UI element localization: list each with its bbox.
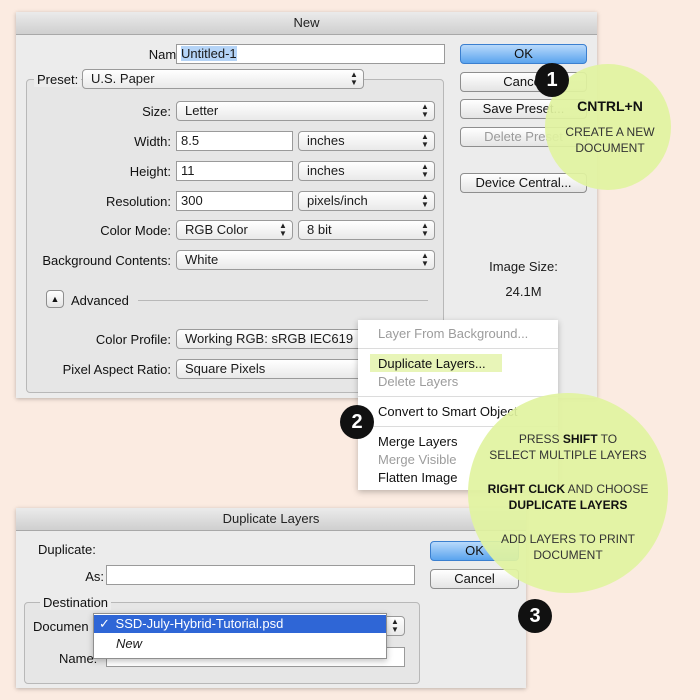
step1-line2: DOCUMENT: [575, 141, 645, 155]
resolution-unit-select[interactable]: pixels/inch ▲ ▼: [298, 191, 435, 211]
name-input[interactable]: Untitled-1: [176, 44, 445, 64]
step3-line3: RIGHT CLICK AND CHOOSE: [470, 481, 666, 497]
bit-depth-select[interactable]: 8 bit ▲ ▼: [298, 220, 435, 240]
dropdown-option-selected[interactable]: ✓ SSD-July-Hybrid-Tutorial.psd: [94, 615, 386, 633]
color-profile-value: Working RGB: sRGB IEC619: [185, 331, 354, 346]
menu-item-delete-layers[interactable]: Delete Layers: [378, 374, 458, 389]
advanced-divider: [138, 300, 428, 301]
cancel-button[interactable]: Cancel: [430, 569, 519, 589]
step3-bold-text: SHIFT: [562, 432, 598, 446]
size-value: Letter: [185, 103, 219, 118]
step3-text: TO: [597, 432, 618, 446]
size-label: Size:: [142, 104, 171, 119]
checkmark-icon: ✓: [99, 616, 110, 631]
dropdown-option-label: New: [116, 636, 143, 651]
advanced-label: Advanced: [71, 293, 129, 308]
duplicate-layers-dialog: Duplicate Layers Duplicate: As: OK Cance…: [16, 508, 526, 688]
resolution-input[interactable]: 300: [176, 191, 293, 211]
height-label: Height:: [129, 164, 171, 179]
dropdown-option-label: SSD-July-Hybrid-Tutorial.psd: [115, 616, 284, 631]
updown-arrow-icon: ▲ ▼: [421, 221, 429, 238]
menu-separator: [358, 348, 558, 349]
image-size-label: Image Size:: [489, 259, 558, 274]
updown-arrow-icon: ▲ ▼: [279, 221, 287, 238]
step1-number-badge: 1: [535, 63, 569, 97]
step3-bold-text: RIGHT CLICK: [487, 482, 565, 496]
size-select[interactable]: Letter ▲ ▼: [176, 101, 435, 121]
dropdown-option-new[interactable]: New: [116, 635, 142, 653]
as-label: As:: [85, 569, 104, 584]
menu-item-convert-smart-object[interactable]: Convert to Smart Object: [378, 404, 517, 419]
step3-line1: PRESS SHIFT TO: [470, 431, 666, 447]
as-input[interactable]: [106, 565, 415, 585]
step3-text: PRESS: [518, 432, 563, 446]
height-unit-select[interactable]: inches ▲ ▼: [298, 161, 435, 181]
step3-line6: DOCUMENT: [533, 548, 603, 562]
step1-heading: CNTRL+N: [577, 98, 643, 114]
width-label: Width:: [134, 134, 171, 149]
updown-arrow-icon: ▲ ▼: [421, 162, 429, 179]
width-input[interactable]: 8.5: [176, 131, 293, 151]
menu-item-merge-visible[interactable]: Merge Visible: [378, 452, 457, 467]
dialog-title: Duplicate Layers: [16, 508, 526, 531]
menu-item-duplicate-layers[interactable]: Duplicate Layers...: [378, 356, 486, 371]
document-label: Documen: [33, 619, 89, 634]
updown-arrow-icon: ▲ ▼: [421, 132, 429, 149]
height-unit-value: inches: [307, 163, 345, 178]
color-profile-label: Color Profile:: [95, 332, 171, 347]
menu-item-layer-from-background[interactable]: Layer From Background...: [378, 326, 528, 341]
bit-depth-value: 8 bit: [307, 222, 332, 237]
triangle-up-icon: ▲: [50, 294, 60, 304]
menu-item-flatten-image[interactable]: Flatten Image: [378, 470, 458, 485]
height-input[interactable]: 11: [176, 161, 293, 181]
updown-arrow-icon: ▲ ▼: [421, 102, 429, 119]
dialog-title: New: [16, 12, 597, 35]
step3-line4: DUPLICATE LAYERS: [470, 497, 666, 513]
step3-bold-text: DUPLICATE LAYERS: [508, 498, 628, 512]
menu-separator: [358, 396, 558, 397]
pixel-aspect-label: Pixel Aspect Ratio:: [62, 362, 171, 377]
step3-line2: SELECT MULTIPLE LAYERS: [489, 448, 647, 462]
width-unit-value: inches: [307, 133, 345, 148]
step3-text: AND CHOOSE: [564, 482, 649, 496]
step1-line1: CREATE A NEW: [565, 125, 655, 139]
background-label: Background Contents:: [42, 253, 171, 268]
preset-label: Preset:: [34, 72, 82, 87]
background-select[interactable]: White ▲ ▼: [176, 250, 435, 270]
advanced-toggle-button[interactable]: ▲: [46, 290, 64, 308]
destination-label: Destination: [40, 595, 112, 610]
pixel-aspect-value: Square Pixels: [185, 361, 266, 376]
updown-arrow-icon: ▲ ▼: [391, 617, 399, 634]
name-label: Name:: [59, 651, 98, 666]
ok-button[interactable]: OK: [460, 44, 587, 64]
background-value: White: [185, 252, 219, 267]
preset-value: U.S. Paper: [91, 71, 155, 86]
preset-select[interactable]: U.S. Paper ▲ ▼: [82, 69, 364, 89]
duplicate-label: Duplicate:: [38, 542, 96, 557]
step3-line5: ADD LAYERS TO PRINT: [500, 532, 636, 546]
document-dropdown-menu: ✓ SSD-July-Hybrid-Tutorial.psd New: [93, 613, 387, 659]
resolution-unit-value: pixels/inch: [307, 193, 368, 208]
color-mode-select[interactable]: RGB Color ▲ ▼: [176, 220, 293, 240]
image-size-value: 24.1M: [505, 284, 542, 299]
step3-number-badge: 3: [518, 599, 552, 633]
menu-item-merge-layers[interactable]: Merge Layers: [378, 434, 457, 449]
updown-arrow-icon: ▲ ▼: [421, 251, 429, 268]
color-mode-label: Color Mode:: [100, 223, 171, 238]
resolution-label: Resolution:: [105, 194, 171, 209]
width-unit-select[interactable]: inches ▲ ▼: [298, 131, 435, 151]
step2-number-badge: 2: [340, 405, 374, 439]
name-value: Untitled-1: [181, 46, 237, 61]
color-mode-value: RGB Color: [185, 222, 248, 237]
updown-arrow-icon: ▲ ▼: [421, 192, 429, 209]
updown-arrow-icon: ▲ ▼: [350, 70, 358, 87]
